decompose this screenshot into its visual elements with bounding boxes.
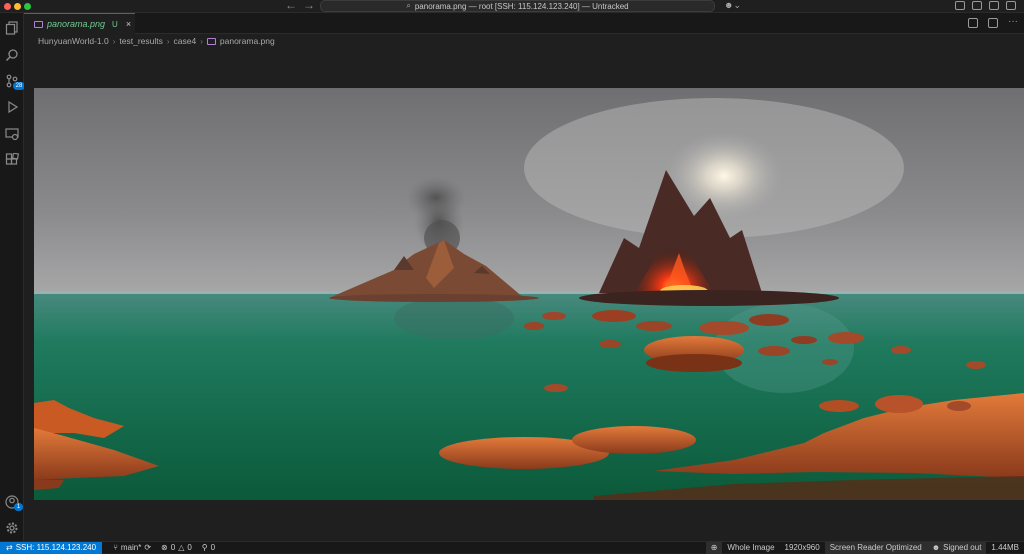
remote-icon: ⇄ [6, 543, 13, 552]
toggle-panel-icon[interactable] [989, 1, 999, 10]
account-badge: 1 [14, 503, 23, 511]
account-icon[interactable]: 1 [3, 493, 23, 511]
branch-icon: ⑂ [113, 543, 118, 552]
error-icon: ⊗ [161, 543, 168, 552]
warning-count: 0 [187, 543, 192, 552]
window-title: panorama.png — root [SSH: 115.124.123.24… [414, 1, 629, 11]
sync-icon: ⟳ [144, 543, 152, 552]
minimize-window-button[interactable] [14, 3, 21, 10]
back-arrow-icon[interactable]: ← [285, 0, 297, 12]
ports-icon: ⚲ [201, 543, 208, 552]
toggle-sidebar-icon[interactable] [972, 1, 982, 10]
signed-out-indicator[interactable]: ☻ Signed out [926, 541, 987, 554]
breadcrumb-item[interactable]: HunyuanWorld-1.0 [38, 36, 109, 46]
branch-indicator[interactable]: ⑂ main* ⟳ [108, 542, 156, 554]
chevron-right-icon: › [112, 36, 116, 46]
branch-label: main* [120, 543, 142, 552]
zoom-level[interactable]: Whole Image [722, 542, 779, 554]
split-editor-icon[interactable] [988, 18, 998, 28]
zoom-button[interactable]: ⊕ [705, 541, 723, 554]
error-count: 0 [170, 543, 176, 552]
tab-panorama[interactable]: panorama.png U × [24, 13, 135, 34]
open-changes-icon[interactable] [968, 18, 978, 28]
problems-indicator[interactable]: ⊗ 0 △ 0 [156, 542, 197, 554]
activity-bar: 28 1 [0, 13, 25, 541]
image-file-icon [34, 20, 43, 28]
search-icon: ⌕ [406, 1, 411, 10]
title-bar: ← → ⌕ panorama.png — root [SSH: 115.124.… [0, 0, 1024, 13]
remote-label: SSH: 115.124.123.240 [15, 543, 97, 552]
dimensions-label: 1920x960 [784, 543, 820, 552]
zoom-label: Whole Image [727, 543, 775, 552]
close-icon[interactable]: × [126, 19, 131, 29]
person-icon: ☻ [931, 543, 941, 552]
tab-bar: panorama.png U × ··· [24, 13, 1024, 34]
status-bar: ⇄ SSH: 115.124.123.240 ⑂ main* ⟳ ⊗ 0 △ 0… [0, 541, 1024, 554]
chevron-right-icon: › [166, 36, 170, 46]
file-size-label: 1.44MB [991, 543, 1019, 552]
run-debug-icon[interactable] [3, 98, 20, 115]
image-dimensions: 1920x960 [780, 542, 825, 554]
command-center[interactable]: ⌕ panorama.png — root [SSH: 115.124.123.… [320, 0, 715, 12]
breadcrumb-item[interactable]: case4 [174, 36, 197, 46]
ports-indicator[interactable]: ⚲ 0 [197, 542, 220, 554]
screen-reader-mode[interactable]: Screen Reader Optimized [824, 541, 927, 554]
explorer-icon[interactable] [3, 19, 20, 36]
ports-count: 0 [210, 543, 216, 552]
zoom-icon: ⊕ [710, 543, 718, 552]
forward-arrow-icon[interactable]: → [303, 0, 315, 12]
chevron-right-icon: › [200, 36, 203, 46]
gear-icon[interactable] [3, 519, 20, 536]
remote-indicator[interactable]: ⇄ SSH: 115.124.123.240 [0, 541, 103, 554]
breadcrumb-item[interactable]: panorama.png [220, 36, 275, 46]
layout-icon[interactable] [955, 1, 965, 10]
maximize-window-button[interactable] [24, 3, 31, 10]
extensions-icon[interactable] [3, 151, 20, 168]
screen-reader-label: Screen Reader Optimized [829, 543, 922, 552]
breadcrumb: HunyuanWorld-1.0 › test_results › case4 … [38, 35, 275, 47]
tab-label: panorama.png [47, 19, 106, 29]
more-actions-icon[interactable]: ··· [1008, 17, 1018, 28]
file-size: 1.44MB [986, 542, 1024, 554]
image-file-icon [206, 37, 216, 45]
warning-icon: △ [178, 543, 185, 552]
close-window-button[interactable] [4, 3, 11, 10]
copilot-icon[interactable]: ☻⌄ [724, 0, 741, 11]
remote-explorer-icon[interactable] [3, 125, 20, 142]
untracked-indicator: U [112, 19, 118, 29]
breadcrumb-item[interactable]: test_results [119, 36, 162, 46]
panorama-image[interactable] [34, 88, 1024, 500]
image-viewer [24, 48, 1024, 541]
signed-out-label: Signed out [943, 543, 982, 552]
search-icon[interactable] [3, 46, 20, 63]
source-control-icon[interactable]: 28 [3, 72, 25, 90]
toggle-secondary-sidebar-icon[interactable] [1006, 1, 1016, 10]
